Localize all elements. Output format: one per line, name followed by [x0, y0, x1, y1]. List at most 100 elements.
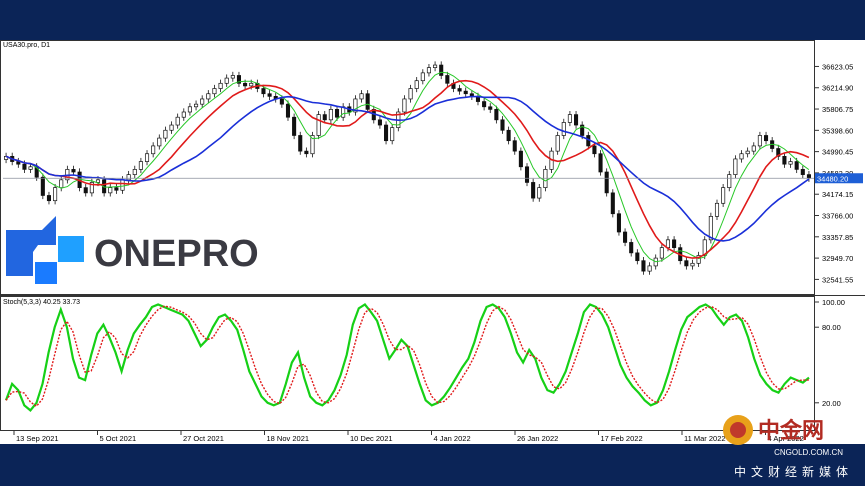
x-tick-label: 5 Oct 2021 [100, 434, 137, 443]
candle-bull [561, 122, 566, 136]
price-ytick-label: 34990.45 [822, 148, 853, 157]
candle-bear [285, 103, 291, 118]
onepro-wordmark: ONEPRO [94, 233, 259, 275]
candle-bear [365, 93, 370, 110]
candle-bear [598, 153, 603, 173]
candle-bull [163, 129, 168, 139]
candle-bull [328, 109, 333, 121]
candle-bull [714, 202, 720, 217]
candle-bull [745, 150, 750, 155]
candle-bull [359, 93, 364, 100]
candle-bull [28, 166, 33, 170]
candle-bull [175, 116, 180, 126]
candle-bull [433, 64, 438, 69]
stoch-ytick-label: 80.00 [822, 323, 841, 332]
candle-bull [402, 98, 407, 113]
candle-bull [727, 174, 732, 189]
candle-bull [733, 158, 738, 175]
cngold-emblem-inner [730, 422, 746, 438]
candle-bull [206, 93, 211, 100]
stoch-panel-title: Stoch(5,3,3) 40.25 33.73 [3, 299, 80, 306]
candle-bear [261, 88, 266, 95]
candle-bull [200, 98, 205, 105]
price-ytick-label: 36214.90 [822, 84, 853, 93]
candle-bull [151, 145, 156, 155]
candle-bear [377, 119, 382, 126]
candle-bear [457, 88, 462, 92]
candle-bear [463, 90, 468, 95]
candle-bull [120, 179, 125, 191]
candle-bear [384, 124, 389, 142]
candle-bull [157, 137, 162, 147]
candle-bull [132, 169, 137, 175]
candle-bear [488, 106, 493, 110]
x-tick-label: 10 Dec 2021 [350, 434, 393, 443]
cngold-url: CNGOLD.COM.CN [774, 448, 843, 457]
candle-bear [806, 174, 811, 179]
candle-bear [439, 64, 444, 76]
ma-slow-line [5, 95, 810, 242]
current-price-label: 34480.20 [817, 174, 848, 183]
price-panel-title: USA30.pro, D1 [3, 42, 50, 49]
candle-bull [230, 75, 235, 79]
price-ytick-label: 33357.85 [822, 233, 853, 242]
candle-bear [616, 213, 621, 233]
candle-bull [721, 187, 726, 204]
price-ytick-label: 35398.60 [822, 126, 853, 135]
candle-bear [623, 231, 628, 243]
candle-bear [610, 192, 615, 215]
candle-bear [22, 163, 27, 170]
candle-bull [59, 179, 64, 189]
candle-bear [279, 98, 284, 105]
price-ytick-label: 32949.70 [822, 254, 853, 263]
candle-bear [267, 93, 272, 97]
candle-bull [218, 82, 223, 89]
logo-square-bottom [35, 262, 57, 284]
candle-bear [298, 135, 303, 152]
onepro-logo: ONEPRO [6, 216, 259, 284]
candle-bear [83, 187, 88, 194]
candle-bull [169, 124, 174, 131]
price-ytick-label: 35806.75 [822, 105, 853, 114]
candle-bear [592, 145, 597, 155]
candle-bear [800, 169, 805, 175]
candle-bear [506, 129, 511, 142]
candle-bear [672, 239, 677, 249]
candle-bear [604, 171, 609, 194]
price-ytick-label: 33766.00 [822, 212, 853, 221]
candle-bull [53, 187, 58, 202]
candle-bear [40, 176, 45, 196]
candle-bear [322, 114, 327, 121]
candle-bull [751, 145, 756, 152]
candle-bear [794, 161, 799, 170]
candle-bull [408, 88, 413, 100]
x-tick-label: 27 Oct 2021 [183, 434, 224, 443]
candle-bear [574, 114, 579, 126]
candle-bull [212, 88, 217, 95]
candle-bull [414, 80, 419, 89]
candle-bull [126, 174, 131, 181]
x-tick-label: 11 Mar 2022 [684, 434, 726, 443]
candle-bear [531, 182, 536, 199]
candle-bear [518, 150, 523, 168]
candle-bear [46, 195, 52, 202]
candle-bear [494, 109, 499, 121]
candle-bear [524, 166, 530, 183]
candle-bull [739, 153, 744, 160]
candle-bear [512, 140, 517, 152]
cngold-name: 中金网 [758, 418, 824, 444]
candle-bull [138, 161, 143, 170]
candle-bear [763, 135, 769, 142]
x-tick-label: 18 Nov 2021 [267, 434, 310, 443]
candle-bear [292, 116, 297, 136]
stoch-signal-line [5, 305, 809, 408]
candle-bear [684, 260, 689, 267]
candle-bull [567, 114, 572, 123]
price-ytick-label: 36623.05 [822, 62, 853, 71]
candle-bull [659, 247, 664, 259]
price-ytick-label: 32541.55 [822, 275, 853, 284]
candle-bull [426, 67, 431, 74]
chart-svg: USA30.pro, D1 Stoch(5,3,3) 40.25 33.73 3… [0, 40, 865, 443]
candle-bull [95, 179, 101, 183]
candle-bear [304, 150, 309, 155]
